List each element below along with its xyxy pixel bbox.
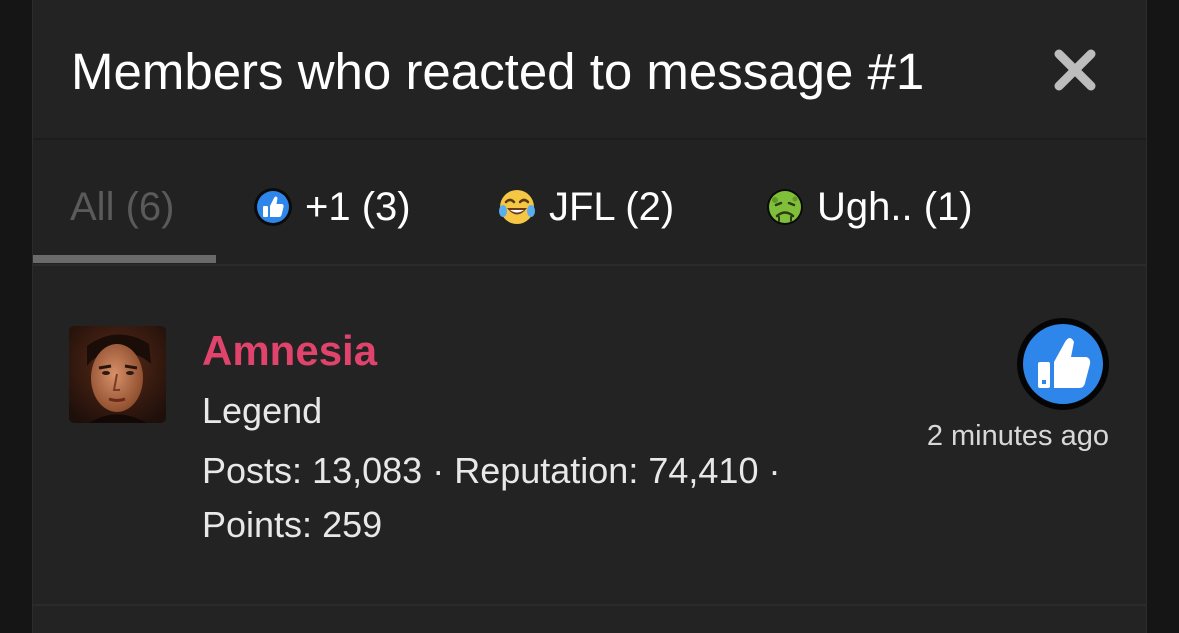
separator: ·: [768, 450, 781, 491]
posts-label: Posts:: [202, 450, 303, 491]
posts-value: 13,083: [312, 450, 423, 491]
member-stats: Posts: 13,083 · Reputation: 74,410 · Poi…: [202, 444, 882, 552]
avatar[interactable]: [69, 326, 166, 423]
reaction-time: 2 minutes ago: [926, 420, 1109, 452]
modal-title: Members who reacted to message #1: [71, 43, 925, 100]
reactions-modal: Members who reacted to message #1 All (6…: [32, 0, 1147, 633]
thumbs-up-icon: [1017, 318, 1109, 410]
member-row: Amnesia Legend Posts: 13,083 · Reputatio…: [33, 266, 1146, 606]
reaction-tabs: All (6) +1 (3) JFL (2) Ugh.. (1): [33, 140, 1146, 266]
nauseated-face-icon: [767, 189, 803, 225]
member-username[interactable]: Amnesia: [202, 327, 377, 375]
member-reaction-badge[interactable]: [1015, 316, 1111, 412]
close-icon: [1054, 49, 1096, 91]
tab-label: Ugh.. (1): [817, 184, 973, 229]
reputation-value: 74,410: [648, 450, 759, 491]
laughing-crying-icon: [499, 190, 535, 224]
tab-label: +1 (3): [305, 184, 411, 229]
close-button[interactable]: [1051, 46, 1099, 94]
active-tab-indicator: [33, 255, 216, 263]
avatar-image: [69, 326, 166, 423]
thumbs-up-icon: [254, 188, 292, 226]
points-label: Points:: [202, 504, 313, 545]
points-value: 259: [322, 504, 383, 545]
tab-label: JFL (2): [549, 184, 675, 229]
member-title: Legend: [202, 390, 323, 431]
tab-label: All (6): [70, 184, 175, 229]
tab-jfl[interactable]: JFL (2): [497, 182, 674, 232]
modal-header: Members who reacted to message #1: [33, 0, 1146, 140]
tab-all[interactable]: All (6): [70, 182, 174, 232]
separator: ·: [432, 450, 445, 491]
tab-plus-one[interactable]: +1 (3): [253, 182, 411, 232]
tab-ugh[interactable]: Ugh.. (1): [765, 182, 973, 232]
reputation-label: Reputation:: [454, 450, 639, 491]
